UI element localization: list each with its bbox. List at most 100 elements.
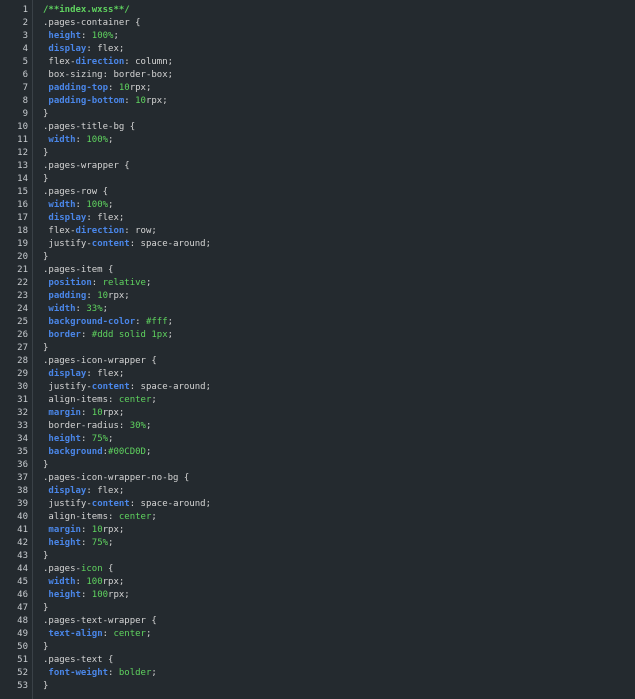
code-token-default: }	[43, 109, 49, 119]
code-line[interactable]: 25 background-color: #fff;	[0, 316, 635, 329]
code-line[interactable]: 3 height: 100%;	[0, 30, 635, 43]
code-line[interactable]: 7 padding-top: 10rpx;	[0, 82, 635, 95]
code-line-text: width: 100%;	[43, 134, 113, 147]
code-token-prop: margin	[48, 525, 81, 535]
line-number: 39	[17, 499, 28, 509]
code-line[interactable]: 40 align-items: center;	[0, 511, 635, 524]
line-number: 3	[22, 31, 28, 41]
code-line[interactable]: 34 height: 75%;	[0, 433, 635, 446]
code-line-text: display: flex;	[43, 43, 124, 56]
code-line[interactable]: 2 .pages-container {	[0, 17, 635, 30]
code-token-default: .pages-icon-wrapper-no-bg {	[43, 473, 190, 483]
code-line-text: .pages-row {	[43, 186, 108, 199]
code-line[interactable]: 5 flex-direction: column;	[0, 56, 635, 69]
code-token-default: ;	[108, 434, 114, 444]
line-number: 33	[17, 421, 28, 431]
code-token-prop: direction	[75, 226, 125, 236]
code-token-default: ;	[108, 200, 114, 210]
code-line[interactable]: 24 width: 33%;	[0, 303, 635, 316]
code-line[interactable]: 44 .pages-icon {	[0, 563, 635, 576]
line-number: 7	[22, 83, 28, 93]
line-number: 4	[22, 44, 28, 54]
code-line[interactable]: 42 height: 75%;	[0, 537, 635, 550]
code-line[interactable]: 15 .pages-row {	[0, 186, 635, 199]
code-token-default: rpx;	[108, 291, 130, 301]
line-number: 9	[22, 109, 28, 119]
code-line[interactable]: 11 width: 100%;	[0, 134, 635, 147]
code-line[interactable]: 35 background:#00CD0D;	[0, 446, 635, 459]
code-line[interactable]: 14}	[0, 173, 635, 186]
line-number: 43	[17, 551, 28, 561]
code-token-default: ;	[167, 317, 174, 327]
code-token-default: :	[108, 83, 119, 93]
line-number: 28	[17, 356, 28, 366]
code-line[interactable]: 30 justify-content: space-around;	[0, 381, 635, 394]
code-line[interactable]: 20}	[0, 251, 635, 264]
code-token-prop: padding	[48, 291, 87, 301]
code-line[interactable]: 8 padding-bottom: 10rpx;	[0, 95, 635, 108]
code-line[interactable]: 28 .pages-icon-wrapper {	[0, 355, 635, 368]
code-token-prop: font-weight	[48, 668, 109, 678]
code-editor[interactable]: 1 /**index.wxss**/ 2 .pages-container {3 he…	[0, 0, 635, 699]
code-line[interactable]: 52 font-weight: bolder;	[0, 667, 635, 680]
line-number: 18	[17, 226, 28, 236]
line-number: 44	[17, 564, 28, 574]
code-area[interactable]: 1 /**index.wxss**/ 2 .pages-container {3 he…	[0, 4, 635, 693]
code-line[interactable]: 50}	[0, 641, 635, 654]
code-line[interactable]: 26 border: #ddd solid 1px;	[0, 329, 635, 342]
line-number: 26	[17, 330, 28, 340]
code-line-text: height: 75%;	[43, 433, 113, 446]
code-token-default: :	[80, 538, 92, 548]
code-line[interactable]: 38 display: flex;	[0, 485, 635, 498]
code-line[interactable]: 21 .pages-item {	[0, 264, 635, 277]
code-line[interactable]: 10 .pages-title-bg {	[0, 121, 635, 134]
code-line-text: .pages-title-bg {	[43, 121, 135, 134]
code-line-text: display: flex;	[43, 485, 124, 498]
code-line[interactable]: 29 display: flex;	[0, 368, 635, 381]
code-token-default: flex-	[43, 57, 76, 67]
code-line[interactable]: 32 margin: 10rpx;	[0, 407, 635, 420]
code-line[interactable]: 47}	[0, 602, 635, 615]
code-line[interactable]: 48 .pages-text-wrapper {	[0, 615, 635, 628]
code-token-value: center	[118, 512, 152, 522]
code-token-value: 30%	[129, 421, 146, 431]
code-line[interactable]: 1 /**index.wxss**/	[0, 4, 635, 17]
code-token-value: relative	[102, 278, 146, 288]
code-line[interactable]: 16 width: 100%;	[0, 199, 635, 212]
line-number: 6	[22, 70, 28, 80]
code-line[interactable]: 45 width: 100rpx;	[0, 576, 635, 589]
code-token-prop: height	[48, 31, 81, 41]
code-line[interactable]: 49 text-align: center;	[0, 628, 635, 641]
code-line[interactable]: 43}	[0, 550, 635, 563]
code-token-prop: background-color	[48, 317, 136, 327]
code-line-text: }	[43, 602, 48, 615]
code-line[interactable]: 51 .pages-text {	[0, 654, 635, 667]
code-line[interactable]: 9}	[0, 108, 635, 121]
code-line[interactable]: 19 justify-content: space-around;	[0, 238, 635, 251]
code-line[interactable]: 41 margin: 10rpx;	[0, 524, 635, 537]
code-line[interactable]: 46 height: 100rpx;	[0, 589, 635, 602]
code-line[interactable]: 17 display: flex;	[0, 212, 635, 225]
code-token-default: rpx;	[145, 96, 168, 106]
code-line[interactable]: 23 padding: 10rpx;	[0, 290, 635, 303]
code-line[interactable]: 31 align-items: center;	[0, 394, 635, 407]
code-line[interactable]: 22 position: relative;	[0, 277, 635, 290]
code-line[interactable]: 53}	[0, 680, 635, 693]
code-token-default: border-radius:	[43, 421, 130, 431]
code-token-default: : column;	[124, 57, 174, 67]
code-line[interactable]: 12}	[0, 147, 635, 160]
code-line[interactable]: 27}	[0, 342, 635, 355]
line-number: 53	[17, 681, 28, 691]
code-token-prop: display	[48, 213, 87, 223]
code-line[interactable]: 39 justify-content: space-around;	[0, 498, 635, 511]
line-number: 12	[17, 148, 28, 158]
code-line[interactable]: 36}	[0, 459, 635, 472]
code-line[interactable]: 6 box-sizing: border-box;	[0, 69, 635, 82]
code-token-default: .pages-icon-wrapper {	[43, 356, 157, 366]
code-line[interactable]: 37 .pages-icon-wrapper-no-bg {	[0, 472, 635, 485]
code-line[interactable]: 4 display: flex;	[0, 43, 635, 56]
code-line[interactable]: 18 flex-direction: row;	[0, 225, 635, 238]
line-number: 32	[17, 408, 28, 418]
code-line[interactable]: 13 .pages-wrapper {	[0, 160, 635, 173]
code-line[interactable]: 33 border-radius: 30%;	[0, 420, 635, 433]
